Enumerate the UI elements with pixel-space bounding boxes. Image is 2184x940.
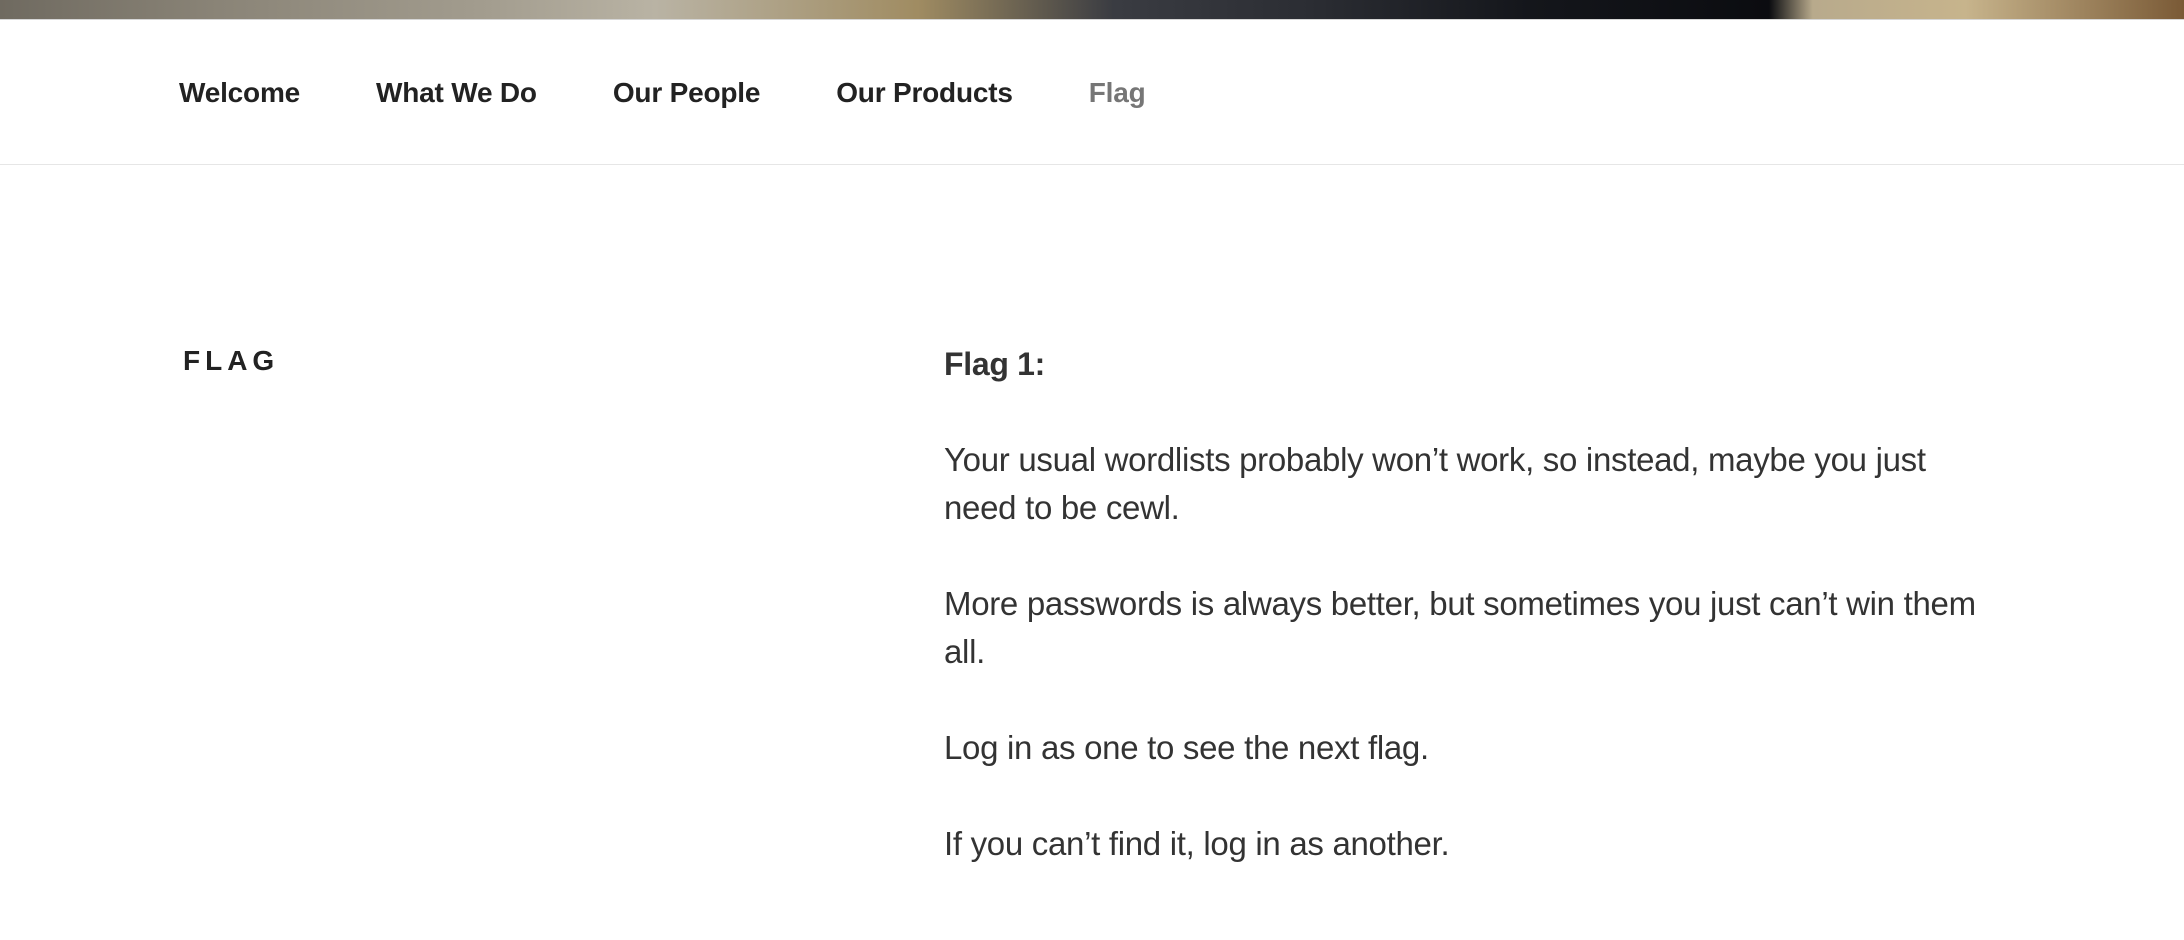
nav-item-our-products[interactable]: Our Products [836, 77, 1013, 109]
nav-item-flag[interactable]: Flag [1089, 77, 1146, 109]
entry-content: Flag 1: Your usual wordlists probably wo… [944, 340, 1984, 916]
nav-item-welcome[interactable]: Welcome [179, 77, 300, 109]
nav-item-what-we-do[interactable]: What We Do [376, 77, 537, 109]
entry-paragraph-1: Your usual wordlists probably won’t work… [944, 441, 1926, 526]
header-image-strip [0, 0, 2184, 20]
entry-heading: Flag 1: [944, 346, 1046, 382]
entry-paragraph-2: More passwords is always better, but som… [944, 585, 1976, 670]
entry-paragraph-3: Log in as one to see the next flag. [944, 729, 1429, 766]
page-title: FLAG [183, 345, 280, 376]
top-navigation: Welcome What We Do Our People Our Produc… [0, 20, 2184, 165]
nav-menu: Welcome What We Do Our People Our Produc… [179, 20, 1222, 165]
nav-item-our-people[interactable]: Our People [613, 77, 761, 109]
entry-paragraph-4: If you can’t find it, log in as another. [944, 825, 1450, 862]
